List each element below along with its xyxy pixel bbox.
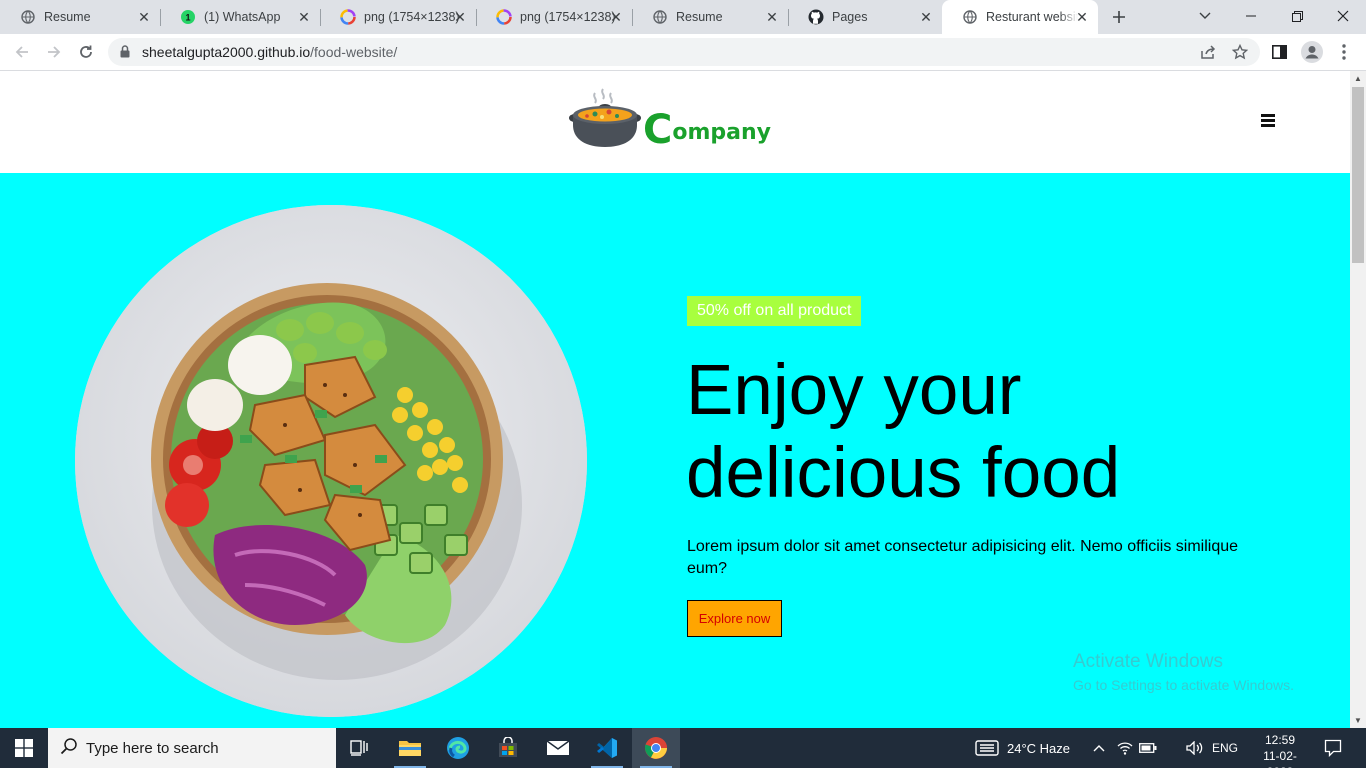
tab-png-2[interactable]: png (1754×1238) ✕ [476,0,633,34]
tab-title: Resume [676,10,723,24]
minimize-button[interactable] [1228,0,1274,32]
scroll-down-arrow-icon[interactable]: ▼ [1354,716,1362,725]
profile-avatar-icon[interactable] [1298,38,1326,66]
tab-strip: Resume ✕ 1 (1) WhatsApp ✕ png (1754×1238… [0,0,1366,34]
tab-png-1[interactable]: png (1754×1238) ✕ [320,0,477,34]
language-indicator[interactable]: ENG [1212,728,1238,768]
vscode-app[interactable] [583,728,631,768]
windows-logo-icon [15,739,33,757]
github-icon [808,9,824,25]
weather-widget[interactable]: 24°C Haze [975,728,1070,768]
bookmark-star-icon[interactable] [1226,38,1254,66]
close-tab-icon[interactable]: ✕ [608,9,624,25]
chrome-icon [645,737,667,759]
tab-resturant-website[interactable]: Resturant website ✕ [942,0,1098,34]
tab-title: Resturant website [986,10,1078,24]
chevron-up-icon [1093,745,1105,752]
tab-title: Pages [832,10,868,24]
store-icon [499,737,517,757]
side-panel-icon[interactable] [1265,38,1293,66]
taskbar-search-box[interactable]: Type here to search [48,728,336,768]
task-view-icon [350,740,368,756]
battery-icon[interactable] [1139,728,1157,768]
scrollbar-thumb[interactable] [1352,87,1364,263]
microsoft-store-app[interactable] [484,728,532,768]
forward-button[interactable] [40,38,68,66]
image-icon [340,9,356,25]
site-header: Company [0,71,1350,173]
notifications-icon[interactable] [1322,728,1344,768]
restore-button[interactable] [1274,0,1320,32]
hamburger-menu-icon[interactable] [1261,114,1275,127]
tab-resume-2[interactable]: Resume ✕ [632,0,789,34]
close-tab-icon[interactable]: ✕ [764,9,780,25]
close-tab-icon[interactable]: ✕ [136,9,152,25]
menu-kebab-icon[interactable] [1330,38,1358,66]
explore-now-button[interactable]: Explore now [687,600,782,637]
close-tab-icon[interactable]: ✕ [452,9,468,25]
salad-bowl-image [75,205,587,717]
lock-icon[interactable] [120,45,130,63]
close-tab-icon[interactable]: ✕ [296,9,312,25]
globe-icon [962,9,978,25]
activate-windows-watermark: Activate Windows Go to Settings to activ… [1073,651,1294,693]
edge-app[interactable] [434,728,482,768]
page-scrollbar[interactable]: ▲ ▼ [1350,71,1366,728]
discount-badge: 50% off on all product [687,296,862,326]
close-tab-icon[interactable]: ✕ [918,9,934,25]
tab-title: png (1754×1238) [364,10,460,24]
clock-time: 12:59 [1264,733,1296,747]
windows-taskbar: Type here to search 24°C Haze ENG 12:59 … [0,728,1366,779]
mail-app[interactable] [534,728,582,768]
browser-toolbar: sheetalgupta2000.github.io/food-website/ [0,34,1366,71]
scroll-up-arrow-icon[interactable]: ▲ [1354,74,1362,83]
task-view-button[interactable] [336,728,384,768]
weather-text: 24°C Haze [1007,740,1071,756]
taskbar-clock[interactable]: 12:59 11-02-2023 [1250,732,1310,780]
cooking-pot-icon [569,88,641,147]
globe-icon [652,9,668,25]
company-logo[interactable]: Company [567,85,777,155]
tab-whatsapp[interactable]: 1 (1) WhatsApp ✕ [160,0,321,34]
search-icon [60,737,78,760]
tab-title: Resume [44,10,91,24]
tab-search-button[interactable] [1182,0,1228,32]
tab-title: (1) WhatsApp [204,10,281,24]
file-explorer-app[interactable] [386,728,434,768]
vscode-icon [597,738,617,758]
start-button[interactable] [0,728,48,768]
volume-icon[interactable] [1185,728,1205,768]
chrome-app[interactable] [632,728,680,768]
page-viewport: Company 50% off on all product Enjoy you… [0,71,1350,728]
logo-wordmark: Company [643,107,771,153]
back-button[interactable] [8,38,36,66]
close-window-button[interactable] [1320,0,1366,32]
mail-icon [546,740,570,755]
globe-icon [20,9,36,25]
weather-haze-icon [975,740,999,756]
show-hidden-icons-button[interactable] [1091,728,1107,768]
svg-text:1: 1 [185,13,190,23]
hero-description: Lorem ipsum dolor sit amet consectetur a… [687,538,1239,577]
search-placeholder: Type here to search [86,739,219,757]
new-tab-button[interactable] [1108,6,1130,28]
tab-pages[interactable]: Pages ✕ [788,0,942,34]
hero-headline: Enjoy your delicious food [686,351,1121,513]
folder-icon [399,741,421,756]
close-tab-icon[interactable]: ✕ [1074,9,1090,25]
tab-resume-1[interactable]: Resume ✕ [0,0,161,34]
edge-icon [447,737,469,759]
clock-date: 11-02-2023 [1263,749,1297,779]
image-icon [496,9,512,25]
reload-button[interactable] [72,38,100,66]
whatsapp-icon: 1 [180,9,196,25]
address-bar[interactable]: sheetalgupta2000.github.io/food-website/ [108,38,1260,66]
share-icon[interactable] [1194,38,1222,66]
hero-section: 50% off on all product Enjoy your delicio… [0,173,1350,728]
network-icon[interactable] [1116,728,1134,768]
tab-title: png (1754×1238) [520,10,616,24]
url-text[interactable]: sheetalgupta2000.github.io/food-website/ [142,44,397,60]
